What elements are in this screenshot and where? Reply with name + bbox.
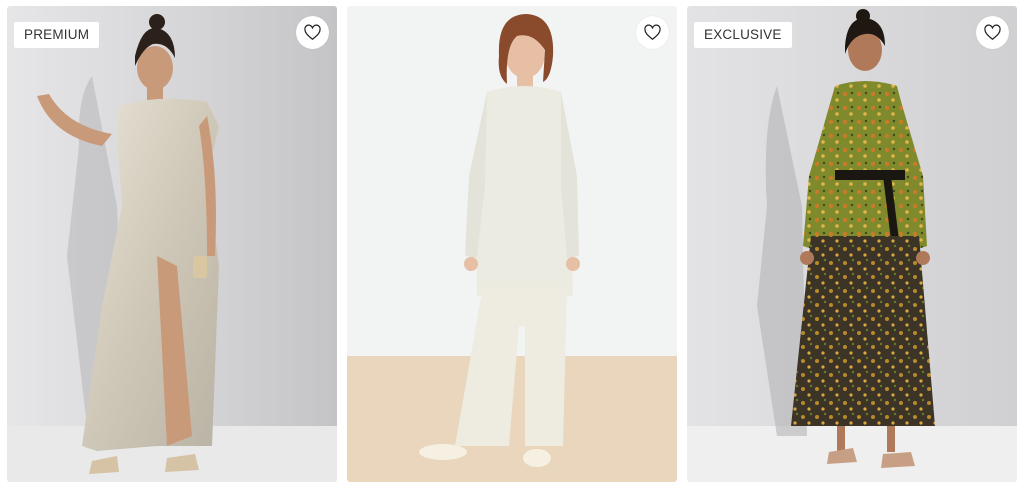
product-image-cream-tunic-set[interactable]: [347, 6, 677, 482]
favorite-button-2[interactable]: [636, 16, 669, 49]
favorite-button-3[interactable]: [976, 16, 1009, 49]
heart-outline-icon: [984, 24, 1001, 40]
premium-badge: PREMIUM: [14, 22, 100, 48]
heart-outline-icon: [304, 24, 321, 40]
favorite-button-1[interactable]: [296, 16, 329, 49]
product-grid: PREMIUM EXCLUSIVE: [0, 0, 1024, 490]
exclusive-badge: EXCLUSIVE: [694, 22, 792, 48]
product-card-3[interactable]: EXCLUSIVE: [687, 6, 1017, 482]
product-card-1[interactable]: PREMIUM: [7, 6, 337, 482]
product-image-floral-maxi-dress[interactable]: [687, 6, 1017, 482]
heart-outline-icon: [644, 24, 661, 40]
product-image-silver-gown[interactable]: [7, 6, 337, 482]
product-card-2[interactable]: [347, 6, 677, 482]
